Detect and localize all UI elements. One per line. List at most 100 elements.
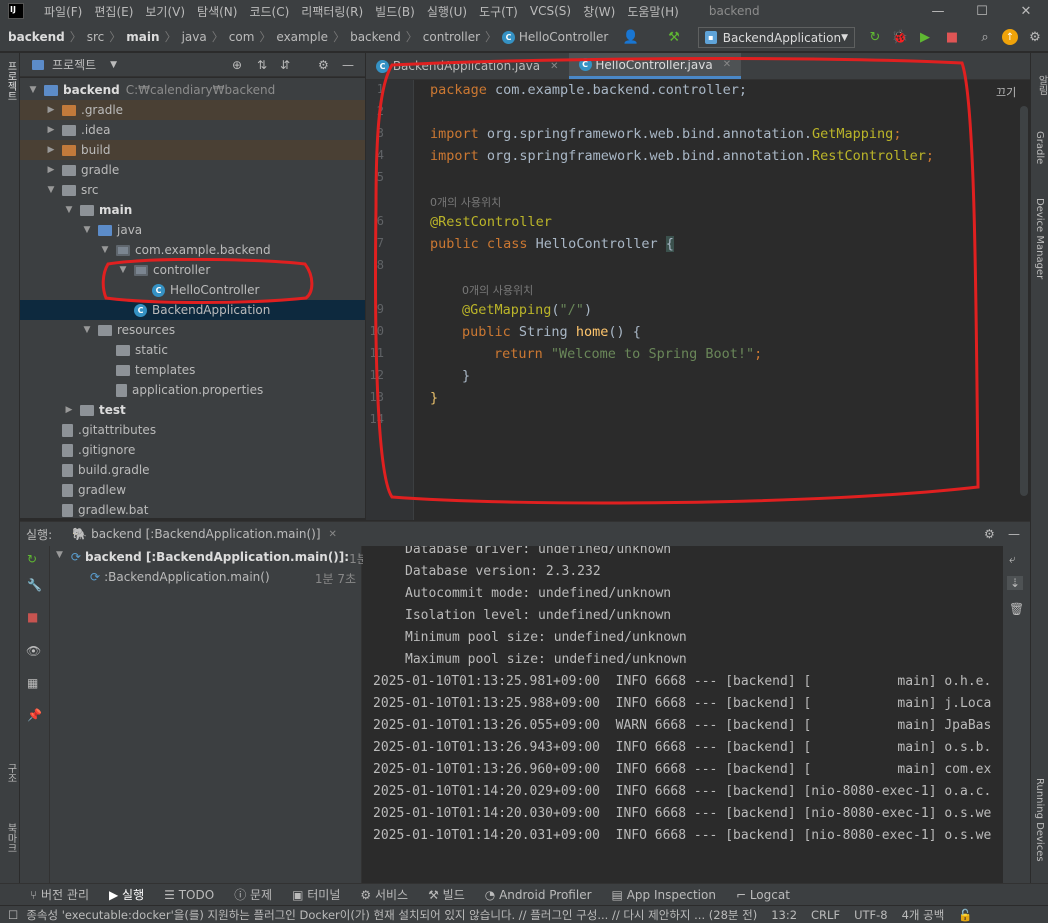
rerun-icon[interactable]: ↻ [27, 552, 37, 566]
menu-build[interactable]: 빌드(B) [369, 3, 421, 20]
device-manager-tab[interactable]: Device Manager [1034, 198, 1045, 279]
crumb-com[interactable]: com [229, 30, 255, 44]
tree-node[interactable]: ▶ test [20, 400, 365, 420]
tab-android-profiler[interactable]: ◔ Android Profiler [485, 888, 592, 902]
tab-run[interactable]: ▶ 실행 [109, 886, 144, 903]
build-hammer-icon[interactable]: ⚒ [665, 28, 683, 46]
crumb-project[interactable]: backend [8, 30, 65, 44]
maximize-button[interactable]: ☐ [960, 0, 1004, 22]
run-config-selector[interactable]: ▪ BackendApplication ▼ [698, 27, 855, 48]
tab-logcat[interactable]: ⌐ Logcat [736, 888, 790, 902]
expand-all-icon[interactable]: ⇅ [257, 58, 267, 72]
close-button[interactable]: ✕ [1004, 0, 1048, 22]
bookmarks-tool-tab[interactable]: 북마크 [3, 823, 18, 853]
hide-panel-icon[interactable]: — [342, 58, 354, 72]
tab-terminal[interactable]: ▣ 터미널 [292, 886, 340, 903]
chevron-down-icon[interactable]: ▼ [110, 60, 117, 70]
crumb-src[interactable]: src [87, 30, 105, 44]
hide-panel-icon[interactable]: — [1008, 527, 1020, 541]
stop-icon[interactable]: ■ [943, 28, 961, 46]
file-encoding[interactable]: UTF-8 [854, 908, 888, 922]
crumb-example[interactable]: example [276, 30, 328, 44]
chevron-right-icon[interactable]: ▶ [46, 165, 56, 175]
menu-navigate[interactable]: 탐색(N) [191, 3, 243, 20]
indent-setting[interactable]: 4개 공백 [902, 907, 945, 923]
options-gear-icon[interactable]: ⚙ [984, 527, 995, 541]
crumb-file[interactable]: HelloController [519, 30, 608, 44]
rerun-icon[interactable]: ↻ [866, 28, 884, 46]
user-icon[interactable]: 👤 [622, 28, 640, 46]
tab-build[interactable]: ⚒ 빌드 [428, 886, 465, 903]
tree-node[interactable]: ▼ main [20, 200, 365, 220]
debug-bug-icon[interactable]: 🐞 [891, 28, 909, 46]
crumb-backend[interactable]: backend [350, 30, 401, 44]
chevron-down-icon[interactable]: ▼ [82, 225, 92, 235]
tree-node[interactable]: gradlew.bat [20, 500, 365, 518]
tree-node[interactable]: templates [20, 360, 365, 380]
pin-icon[interactable]: 📌 [27, 708, 42, 722]
options-gear-icon[interactable]: ⚙ [318, 58, 329, 72]
chevron-down-icon[interactable]: ▼ [82, 325, 92, 335]
locate-target-icon[interactable]: ⊕ [232, 58, 242, 72]
crumb-java[interactable]: java [182, 30, 207, 44]
chevron-down-icon[interactable]: ▼ [28, 85, 38, 95]
cursor-position[interactable]: 13:2 [771, 908, 797, 922]
tree-node[interactable]: .gitattributes [20, 420, 365, 440]
minimize-button[interactable]: — [916, 0, 960, 22]
menu-window[interactable]: 창(W) [577, 3, 621, 20]
chevron-right-icon[interactable]: ▶ [46, 105, 56, 115]
stop-icon[interactable]: ■ [27, 610, 38, 624]
tab-services[interactable]: ⚙ 서비스 [360, 886, 408, 903]
soft-wrap-icon[interactable]: ⤶ [1009, 552, 1016, 567]
menu-tools[interactable]: 도구(T) [473, 3, 524, 20]
tab-version-control[interactable]: ⑂ 버전 관리 [30, 886, 89, 903]
lock-icon[interactable]: 🔓 [958, 908, 972, 922]
run-tree-item[interactable]: ⟳ :BackendApplication.main() 1분 7초 [90, 570, 356, 587]
tree-node[interactable]: ▼ src [20, 180, 365, 200]
tree-node[interactable]: ▼ backend C:₩calendiary₩backend [20, 80, 365, 100]
chevron-right-icon[interactable]: ▶ [46, 145, 56, 155]
menu-refactor[interactable]: 리팩터링(R) [295, 3, 369, 20]
tab-app-inspection[interactable]: ▤ App Inspection [612, 888, 716, 902]
scroll-to-end-icon[interactable]: ⇣ [1007, 576, 1024, 590]
tree-node[interactable]: gradlew [20, 480, 365, 500]
tree-node[interactable]: ▶ .idea [20, 120, 365, 140]
tree-node[interactable]: application.properties [20, 380, 365, 400]
run-tab-label[interactable]: backend [:BackendApplication.main()] [91, 527, 320, 541]
tree-node[interactable]: ▼ resources [20, 320, 365, 340]
menu-file[interactable]: 파일(F) [38, 3, 88, 20]
menu-view[interactable]: 보기(V) [139, 3, 191, 20]
notifications-tab[interactable]: 알림 [1034, 75, 1048, 95]
tree-node[interactable]: ▼ com.example.backend [20, 240, 365, 260]
wrench-icon[interactable]: 🔧 [27, 578, 42, 592]
layout-icon[interactable]: ▦ [27, 676, 38, 690]
menu-run[interactable]: 실행(U) [421, 3, 473, 20]
chevron-right-icon[interactable]: ▶ [64, 405, 74, 415]
line-separator[interactable]: CRLF [811, 908, 840, 922]
chevron-down-icon[interactable]: ▼ [46, 185, 56, 195]
tab-problems[interactable]: ⓘ 문제 [234, 886, 272, 903]
tree-node[interactable]: build.gradle [20, 460, 365, 480]
structure-tool-tab[interactable]: 구조 [3, 763, 18, 783]
chevron-right-icon[interactable]: ▶ [46, 125, 56, 135]
tree-node[interactable]: .gitignore [20, 440, 365, 460]
menu-code[interactable]: 코드(C) [243, 3, 295, 20]
settings-gear-icon[interactable]: ⚙ [1026, 28, 1044, 46]
console-output[interactable]: Database driver: undefined/unknown Databa… [363, 546, 1003, 883]
status-message[interactable]: 종속성 'executable:docker'을(를) 지원하는 플러그인 Do… [26, 907, 757, 923]
chevron-down-icon[interactable]: ▼ [100, 245, 110, 255]
tab-todo[interactable]: ☰ TODO [164, 888, 214, 902]
tree-node[interactable]: static [20, 340, 365, 360]
menu-vcs[interactable]: VCS(S) [524, 4, 577, 18]
project-tool-tab[interactable]: 프로젝트 [3, 61, 18, 101]
eye-icon[interactable]: 👁 [26, 644, 41, 658]
gradle-tab[interactable]: Gradle [1034, 131, 1045, 164]
crumb-main[interactable]: main [126, 30, 159, 44]
trash-icon[interactable]: 🗑 [1009, 602, 1024, 616]
coverage-icon[interactable]: ▶ [916, 28, 934, 46]
tree-node[interactable]: ▼ java [20, 220, 365, 240]
editor-scrollbar[interactable] [1020, 106, 1028, 496]
menu-edit[interactable]: 편집(E) [88, 3, 139, 20]
chevron-down-icon[interactable]: ▼ [64, 205, 74, 215]
crumb-controller[interactable]: controller [423, 30, 480, 44]
